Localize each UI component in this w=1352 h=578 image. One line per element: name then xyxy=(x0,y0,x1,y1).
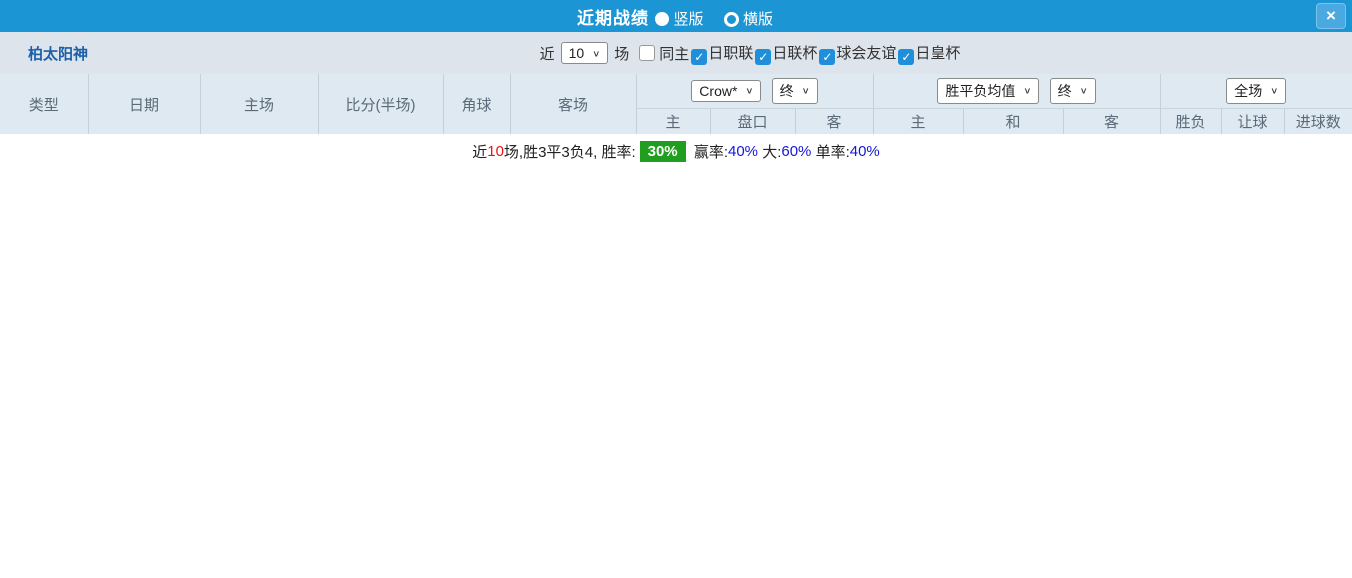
results-table: 类型 日期 主场 比分(半场) 角球 客场 Crow* ∨ 终 ∨ 胜平负均值 ∨ 终… xyxy=(0,74,1352,134)
dialog-title: 近期战绩 xyxy=(577,8,650,28)
chevron-down-icon: ∨ xyxy=(1270,86,1279,96)
average-odds-select[interactable]: 胜平负均值 ∨ xyxy=(937,77,1040,104)
league-checkbox[interactable]: ✓ xyxy=(819,48,836,65)
sub-header-avg-away: 客 xyxy=(1063,107,1161,134)
recent-results-dialog: 近期战绩 竖版 横版 × 柏太阳神 近 10 ∨ 场 同主 ✓ 日职联 ✓ 日联杯 ✓ 球会… xyxy=(0,0,1352,578)
average-time-value: 终 xyxy=(1057,82,1072,99)
col-header-corner: 角球 xyxy=(443,74,511,134)
filters: 近 10 ∨ 场 同主 ✓ 日职联 ✓ 日联杯 ✓ 球会友谊 ✓ 日皇杯 xyxy=(148,42,1352,65)
summary-segment: 近 xyxy=(472,143,488,161)
chevron-down-icon: ∨ xyxy=(745,86,754,96)
titlebar-center: 近期战绩 竖版 横版 xyxy=(577,4,775,29)
summary-segment: 10 xyxy=(487,142,504,160)
sub-header-avg-home: 主 xyxy=(873,107,964,134)
same-home-label: 同主 xyxy=(659,45,690,63)
league-checkbox-label[interactable]: 日联杯 xyxy=(772,45,817,62)
sub-header-crow-away: 客 xyxy=(795,107,874,134)
sub-header-goals: 进球数 xyxy=(1284,107,1352,134)
fulltime-group-header: 全场 ∨ xyxy=(1160,74,1352,108)
bookmaker-group-header: Crow* ∨ 终 ∨ xyxy=(636,74,874,108)
radio-horizontal-layout[interactable] xyxy=(723,11,739,27)
league-checkbox-label[interactable]: 日职联 xyxy=(708,45,753,62)
col-header-home: 主场 xyxy=(200,74,319,134)
col-header-date: 日期 xyxy=(88,74,201,134)
close-icon: × xyxy=(1326,6,1336,25)
summary-segment: 赢率: xyxy=(689,143,728,161)
col-header-score: 比分(半场) xyxy=(318,74,444,134)
col-header-away: 客场 xyxy=(510,74,637,134)
summary-segment: 40% xyxy=(728,142,759,160)
league-checkbox[interactable]: ✓ xyxy=(691,48,708,65)
summary-segment: 单率: xyxy=(811,143,850,161)
radio-vertical-layout[interactable] xyxy=(655,12,670,27)
radio-horizontal-label[interactable]: 横版 xyxy=(743,11,773,28)
sub-header-handicap-result: 让球 xyxy=(1221,107,1285,134)
recent-count-select[interactable]: 10 ∨ xyxy=(560,42,609,64)
chevron-down-icon: ∨ xyxy=(1023,86,1032,96)
titlebar: 近期战绩 竖版 横版 × xyxy=(0,0,1352,32)
sub-header-crow-home: 主 xyxy=(636,107,711,134)
bookmaker-time-value: 终 xyxy=(779,82,794,99)
radio-vertical-label[interactable]: 竖版 xyxy=(673,11,703,28)
summary-segment: 30% xyxy=(639,140,686,162)
col-header-type: 类型 xyxy=(0,74,89,134)
close-button[interactable]: × xyxy=(1316,3,1346,29)
games-label: 场 xyxy=(614,45,630,63)
near-label: 近 xyxy=(539,45,555,63)
league-checkbox-label[interactable]: 球会友谊 xyxy=(836,45,896,62)
average-odds-value: 胜平负均值 xyxy=(945,82,1016,99)
filter-bar: 柏太阳神 近 10 ∨ 场 同主 ✓ 日职联 ✓ 日联杯 ✓ 球会友谊 ✓ 日皇杯 xyxy=(0,32,1352,74)
sub-header-avg-draw: 和 xyxy=(963,107,1064,134)
league-checkbox-label[interactable]: 日皇杯 xyxy=(915,45,960,62)
sub-header-handicap: 盘口 xyxy=(710,107,796,134)
fulltime-select[interactable]: 全场 ∨ xyxy=(1226,77,1287,104)
summary-segment: 大: xyxy=(758,143,782,161)
chevron-down-icon: ∨ xyxy=(1079,86,1088,96)
sub-header-result: 胜负 xyxy=(1160,107,1222,134)
summary-segment: 场,胜3平3负4, 胜率: xyxy=(503,143,636,161)
bookmaker-select-value: Crow* xyxy=(699,82,738,99)
bookmaker-time-select[interactable]: 终 ∨ xyxy=(771,77,818,104)
chevron-down-icon: ∨ xyxy=(801,86,810,96)
league-checkbox[interactable]: ✓ xyxy=(898,48,915,65)
average-odds-group-header: 胜平负均值 ∨ 终 ∨ xyxy=(873,74,1161,108)
recent-count-value: 10 xyxy=(568,45,585,61)
league-filter-group: ✓ 日职联 ✓ 日联杯 ✓ 球会友谊 ✓ 日皇杯 xyxy=(689,42,960,65)
fulltime-select-value: 全场 xyxy=(1234,82,1263,99)
summary-segment: 40% xyxy=(849,142,880,160)
same-home-checkbox[interactable] xyxy=(639,45,656,61)
bookmaker-select[interactable]: Crow* ∨ xyxy=(691,79,762,102)
summary-segment: 60% xyxy=(781,142,812,160)
summary-bar: 近 10 场,胜3平3负4, 胜率: 30% 赢率: 40% 大: 60% 单率: 40% xyxy=(0,134,1352,168)
chevron-down-icon: ∨ xyxy=(592,48,601,59)
league-checkbox[interactable]: ✓ xyxy=(755,48,772,65)
team-name: 柏太阳神 xyxy=(28,45,89,63)
average-time-select[interactable]: 终 ∨ xyxy=(1049,77,1096,104)
